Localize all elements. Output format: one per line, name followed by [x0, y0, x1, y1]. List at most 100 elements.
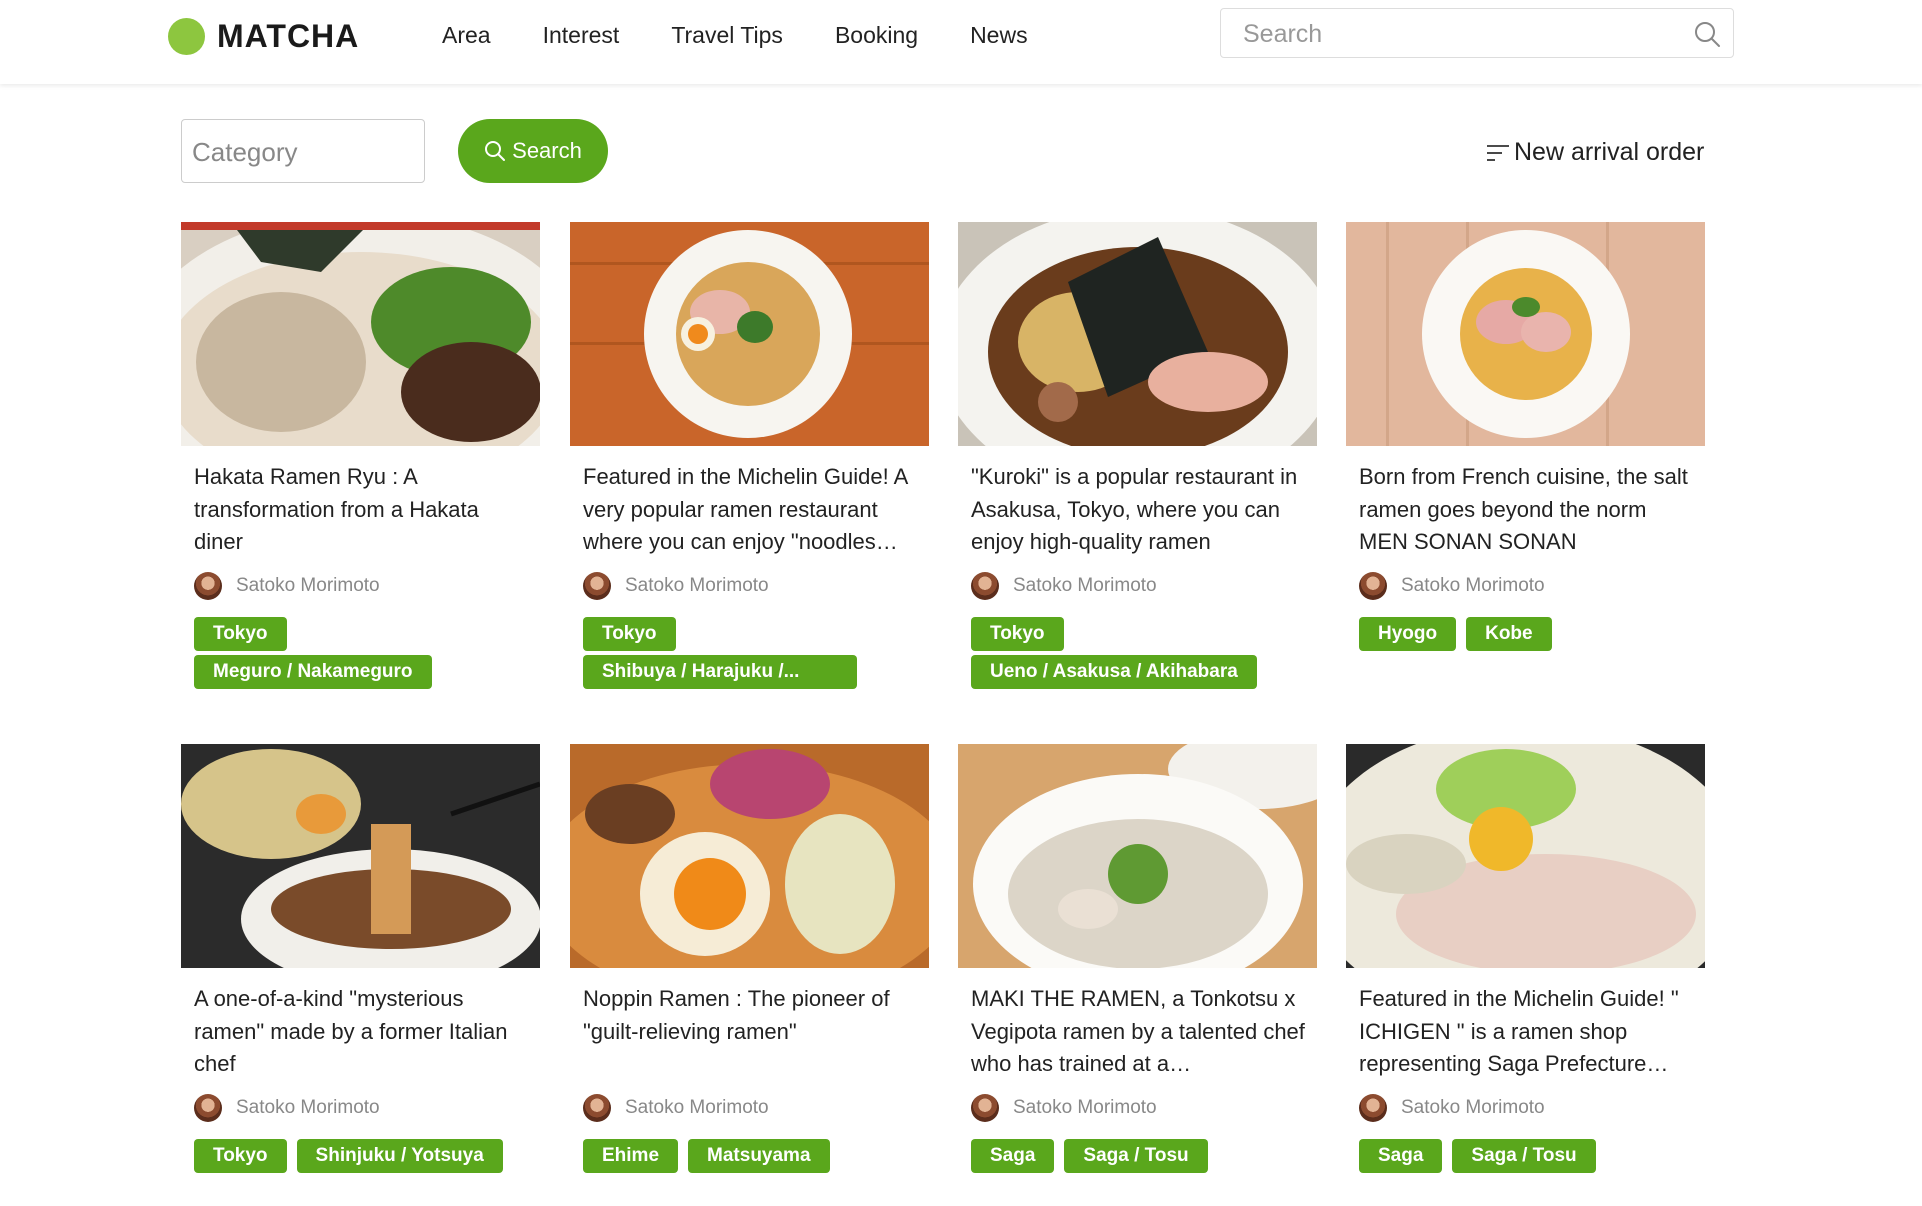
- article-thumbnail[interactable]: [181, 744, 540, 968]
- tag[interactable]: Saga: [1359, 1139, 1443, 1173]
- article-author: Satoko Morimoto: [1359, 1093, 1706, 1123]
- ramen-photo: [958, 222, 1317, 446]
- article-title[interactable]: Featured in the Michelin Guide! " ICHIGE…: [1359, 983, 1693, 1083]
- tag[interactable]: Ehime: [583, 1139, 679, 1173]
- avatar: [1359, 1094, 1387, 1122]
- category-field: [181, 119, 425, 183]
- ramen-photo: [181, 744, 540, 968]
- article-card: A one-of-a-kind "mysterious ramen" made …: [181, 744, 541, 1177]
- avatar: [583, 1094, 611, 1122]
- tag-list: Saga Saga / Tosu: [971, 1139, 1311, 1177]
- author-name: Satoko Morimoto: [236, 1097, 380, 1118]
- ramen-photo: [1346, 744, 1705, 968]
- article-title[interactable]: Born from French cuisine, the salt ramen…: [1359, 461, 1693, 561]
- nav-area[interactable]: Area: [442, 18, 491, 52]
- tag[interactable]: Saga / Tosu: [1064, 1139, 1208, 1173]
- article-card: Born from French cuisine, the salt ramen…: [1346, 222, 1706, 655]
- article-card: Featured in the Michelin Guide! A very p…: [570, 222, 930, 693]
- article-card: MAKI THE RAMEN, a Tonkotsu x Vegipota ra…: [958, 744, 1318, 1177]
- article-card: Featured in the Michelin Guide! " ICHIGE…: [1346, 744, 1706, 1177]
- matcha-logo[interactable]: MATCHA: [168, 16, 359, 56]
- tag[interactable]: Tokyo: [194, 617, 287, 651]
- nav-booking[interactable]: Booking: [835, 18, 918, 52]
- article-thumbnail[interactable]: [1346, 744, 1705, 968]
- sort-icon: [1487, 144, 1509, 161]
- article-author: Satoko Morimoto: [194, 1093, 541, 1123]
- article-title[interactable]: "Kuroki" is a popular restaurant in Asak…: [971, 461, 1305, 561]
- tag[interactable]: Kobe: [1466, 617, 1552, 651]
- article-author: Satoko Morimoto: [194, 571, 541, 601]
- article-author: Satoko Morimoto: [971, 571, 1318, 601]
- search-button[interactable]: Search: [458, 119, 608, 183]
- avatar: [971, 1094, 999, 1122]
- article-title[interactable]: Featured in the Michelin Guide! A very p…: [583, 461, 917, 561]
- tag[interactable]: Ueno / Asakusa / Akihabara: [971, 655, 1257, 689]
- nav-travel-tips[interactable]: Travel Tips: [671, 18, 783, 52]
- search-button-label: Search: [512, 138, 582, 163]
- tag[interactable]: Shinjuku / Yotsuya: [296, 1139, 503, 1173]
- tag-list: Hyogo Kobe: [1359, 617, 1699, 655]
- main-nav: Area Interest Travel Tips Booking News: [442, 18, 1080, 52]
- avatar: [194, 1094, 222, 1122]
- search-icon: [485, 141, 506, 161]
- header-search: [1220, 8, 1734, 58]
- tag[interactable]: Tokyo: [194, 1139, 287, 1173]
- article-title[interactable]: Noppin Ramen : The pioneer of "guilt-rel…: [583, 983, 917, 1083]
- ramen-photo: [570, 222, 929, 446]
- article-thumbnail[interactable]: [181, 222, 540, 446]
- article-thumbnail[interactable]: [958, 744, 1317, 968]
- search-icon[interactable]: [1693, 20, 1721, 48]
- nav-interest[interactable]: Interest: [543, 18, 620, 52]
- ramen-photo: [570, 744, 929, 968]
- author-name: Satoko Morimoto: [1401, 1097, 1545, 1118]
- tag[interactable]: Saga: [971, 1139, 1055, 1173]
- article-title[interactable]: A one-of-a-kind "mysterious ramen" made …: [194, 983, 528, 1083]
- article-card: Hakata Ramen Ryu : A transformation from…: [181, 222, 541, 693]
- article-author: Satoko Morimoto: [971, 1093, 1318, 1123]
- tag-list: Tokyo Shibuya / Harajuku /...: [583, 617, 923, 693]
- logo-text: MATCHA: [217, 17, 360, 54]
- article-thumbnail[interactable]: [570, 222, 929, 446]
- avatar: [971, 572, 999, 600]
- header-search-input[interactable]: [1241, 17, 1685, 51]
- author-name: Satoko Morimoto: [625, 1097, 769, 1118]
- author-name: Satoko Morimoto: [1013, 1097, 1157, 1118]
- author-name: Satoko Morimoto: [625, 575, 769, 596]
- tag-list: Tokyo Meguro / Nakameguro: [194, 617, 534, 693]
- tag[interactable]: Meguro / Nakameguro: [194, 655, 432, 689]
- sort-order[interactable]: New arrival order: [1486, 138, 1704, 167]
- author-name: Satoko Morimoto: [236, 575, 380, 596]
- sort-label: New arrival order: [1514, 138, 1705, 166]
- avatar: [1359, 572, 1387, 600]
- article-author: Satoko Morimoto: [583, 571, 930, 601]
- author-name: Satoko Morimoto: [1013, 575, 1157, 596]
- article-thumbnail[interactable]: [1346, 222, 1705, 446]
- author-name: Satoko Morimoto: [1401, 575, 1545, 596]
- tag[interactable]: Hyogo: [1359, 617, 1457, 651]
- article-card: Noppin Ramen : The pioneer of "guilt-rel…: [570, 744, 930, 1177]
- tag-list: Ehime Matsuyama: [583, 1139, 923, 1177]
- tag[interactable]: Tokyo: [971, 617, 1064, 651]
- category-input[interactable]: [190, 134, 414, 170]
- article-thumbnail[interactable]: [958, 222, 1317, 446]
- tag-list: Tokyo Shinjuku / Yotsuya: [194, 1139, 534, 1177]
- article-title[interactable]: Hakata Ramen Ryu : A transformation from…: [194, 461, 528, 561]
- tag[interactable]: Tokyo: [583, 617, 676, 651]
- article-author: Satoko Morimoto: [1359, 571, 1706, 601]
- site-header: MATCHA Area Interest Travel Tips Booking…: [0, 0, 1922, 84]
- article-card: "Kuroki" is a popular restaurant in Asak…: [958, 222, 1318, 693]
- article-thumbnail[interactable]: [570, 744, 929, 968]
- logo-dot-icon: [168, 17, 205, 55]
- article-title[interactable]: MAKI THE RAMEN, a Tonkotsu x Vegipota ra…: [971, 983, 1305, 1083]
- ramen-photo: [1346, 222, 1705, 446]
- tag[interactable]: Shibuya / Harajuku /...: [583, 655, 857, 689]
- ramen-photo: [181, 222, 540, 446]
- nav-news[interactable]: News: [970, 18, 1028, 52]
- tag[interactable]: Matsuyama: [688, 1139, 830, 1173]
- tag-list: Saga Saga / Tosu: [1359, 1139, 1699, 1177]
- avatar: [194, 572, 222, 600]
- avatar: [583, 572, 611, 600]
- tag[interactable]: Saga / Tosu: [1452, 1139, 1596, 1173]
- ramen-photo: [958, 744, 1317, 968]
- tag-list: Tokyo Ueno / Asakusa / Akihabara: [971, 617, 1311, 693]
